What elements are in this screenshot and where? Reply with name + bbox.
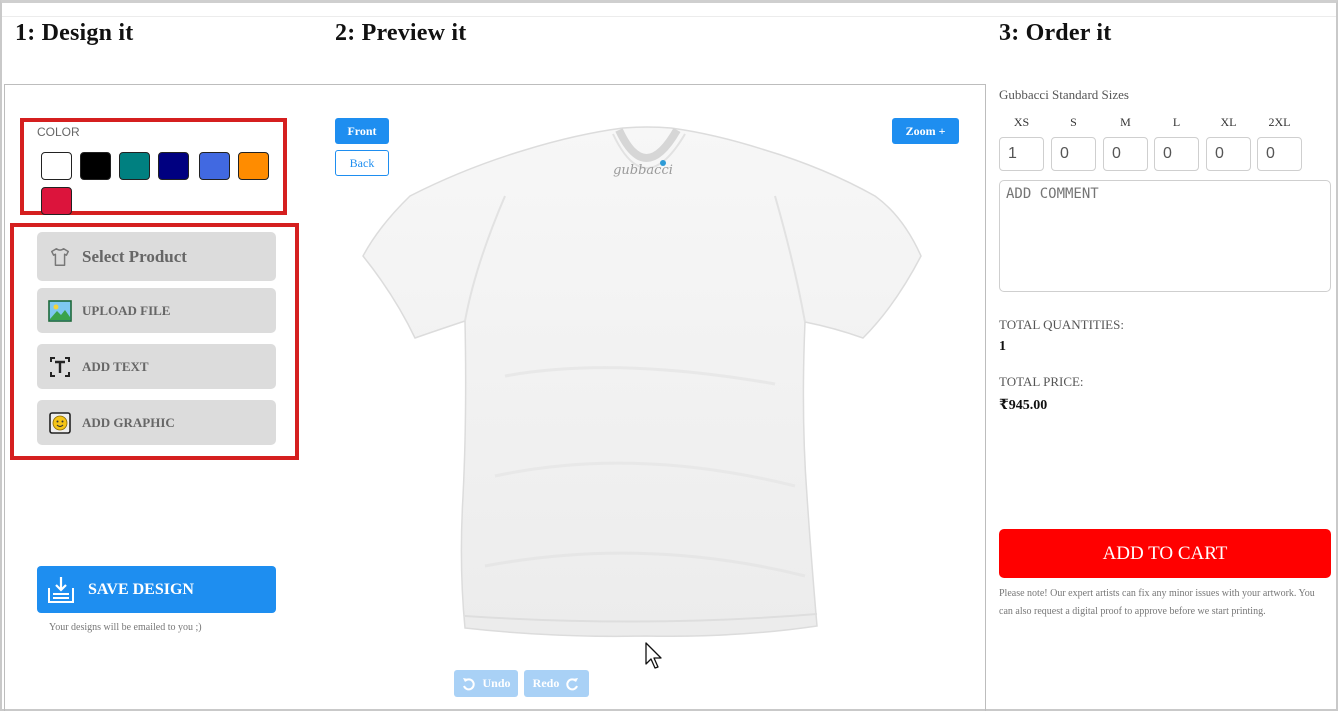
artwork-note: Please note! Our expert artists can fix … bbox=[999, 588, 1315, 617]
emoji-icon bbox=[47, 410, 73, 436]
size-label-2xl: 2XL bbox=[1268, 115, 1291, 129]
qty-input-xs[interactable] bbox=[999, 137, 1044, 171]
qty-input-xl[interactable] bbox=[1206, 137, 1251, 171]
undo-icon bbox=[463, 677, 476, 690]
text-icon bbox=[47, 354, 73, 380]
color-swatch-teal[interactable] bbox=[119, 152, 150, 180]
download-icon bbox=[46, 575, 76, 605]
save-design-button[interactable]: SAVE DESIGN bbox=[37, 566, 276, 613]
undo-label: Undo bbox=[482, 676, 511, 690]
step-preview-title: 2: Preview it bbox=[335, 20, 467, 46]
color-swatch-crimson[interactable] bbox=[41, 187, 72, 215]
select-product-label: Select Product bbox=[82, 246, 187, 266]
tshirt-preview: gubbacci bbox=[362, 126, 922, 638]
tshirt-icon bbox=[47, 244, 73, 270]
save-design-note: Your designs will be emailed to you ;) bbox=[49, 622, 202, 633]
upload-file-label: UPLOAD FILE bbox=[82, 302, 171, 318]
top-divider bbox=[2, 16, 1336, 17]
step-order-title: 3: Order it bbox=[999, 20, 1112, 46]
size-label-xs: XS bbox=[1013, 115, 1030, 129]
comment-field[interactable] bbox=[999, 180, 1331, 292]
mouse-cursor-icon bbox=[645, 642, 662, 669]
total-quantities-label: TOTAL QUANTITIES: bbox=[999, 317, 1124, 332]
qty-input-2xl[interactable] bbox=[1257, 137, 1302, 171]
step-design-title: 1: Design it bbox=[15, 20, 134, 46]
size-label-xl: XL bbox=[1220, 115, 1237, 129]
undo-button[interactable]: Undo bbox=[454, 670, 518, 697]
color-swatch-black[interactable] bbox=[80, 152, 111, 180]
total-quantities-value: 1 bbox=[999, 339, 1006, 354]
add-graphic-button[interactable]: ADD GRAPHIC bbox=[37, 400, 276, 445]
size-label-s: S bbox=[1070, 115, 1077, 129]
qty-input-l[interactable] bbox=[1154, 137, 1199, 171]
save-design-label: SAVE DESIGN bbox=[88, 580, 194, 598]
add-graphic-label: ADD GRAPHIC bbox=[82, 414, 175, 430]
total-price-label: TOTAL PRICE: bbox=[999, 374, 1084, 389]
color-swatch-navy[interactable] bbox=[158, 152, 189, 180]
upload-file-button[interactable]: UPLOAD FILE bbox=[37, 288, 276, 333]
sizes-title: Gubbacci Standard Sizes bbox=[999, 87, 1129, 102]
color-label: COLOR bbox=[37, 125, 80, 139]
total-price-value: ₹945.00 bbox=[999, 398, 1048, 413]
size-label-m: M bbox=[1120, 115, 1131, 129]
color-swatch-royal-blue[interactable] bbox=[199, 152, 230, 180]
redo-button[interactable]: Redo bbox=[524, 670, 589, 697]
size-label-l: L bbox=[1172, 115, 1181, 129]
redo-icon bbox=[566, 677, 579, 690]
color-swatch-white[interactable] bbox=[41, 152, 72, 180]
add-text-label: ADD TEXT bbox=[82, 358, 149, 374]
color-swatch-orange[interactable] bbox=[238, 152, 269, 180]
qty-input-m[interactable] bbox=[1103, 137, 1148, 171]
redo-label: Redo bbox=[532, 676, 560, 690]
add-to-cart-button[interactable]: ADD TO CART bbox=[999, 529, 1331, 578]
image-icon bbox=[47, 298, 73, 324]
select-product-button[interactable]: Select Product bbox=[37, 232, 276, 281]
qty-input-s[interactable] bbox=[1051, 137, 1096, 171]
add-text-button[interactable]: ADD TEXT bbox=[37, 344, 276, 389]
